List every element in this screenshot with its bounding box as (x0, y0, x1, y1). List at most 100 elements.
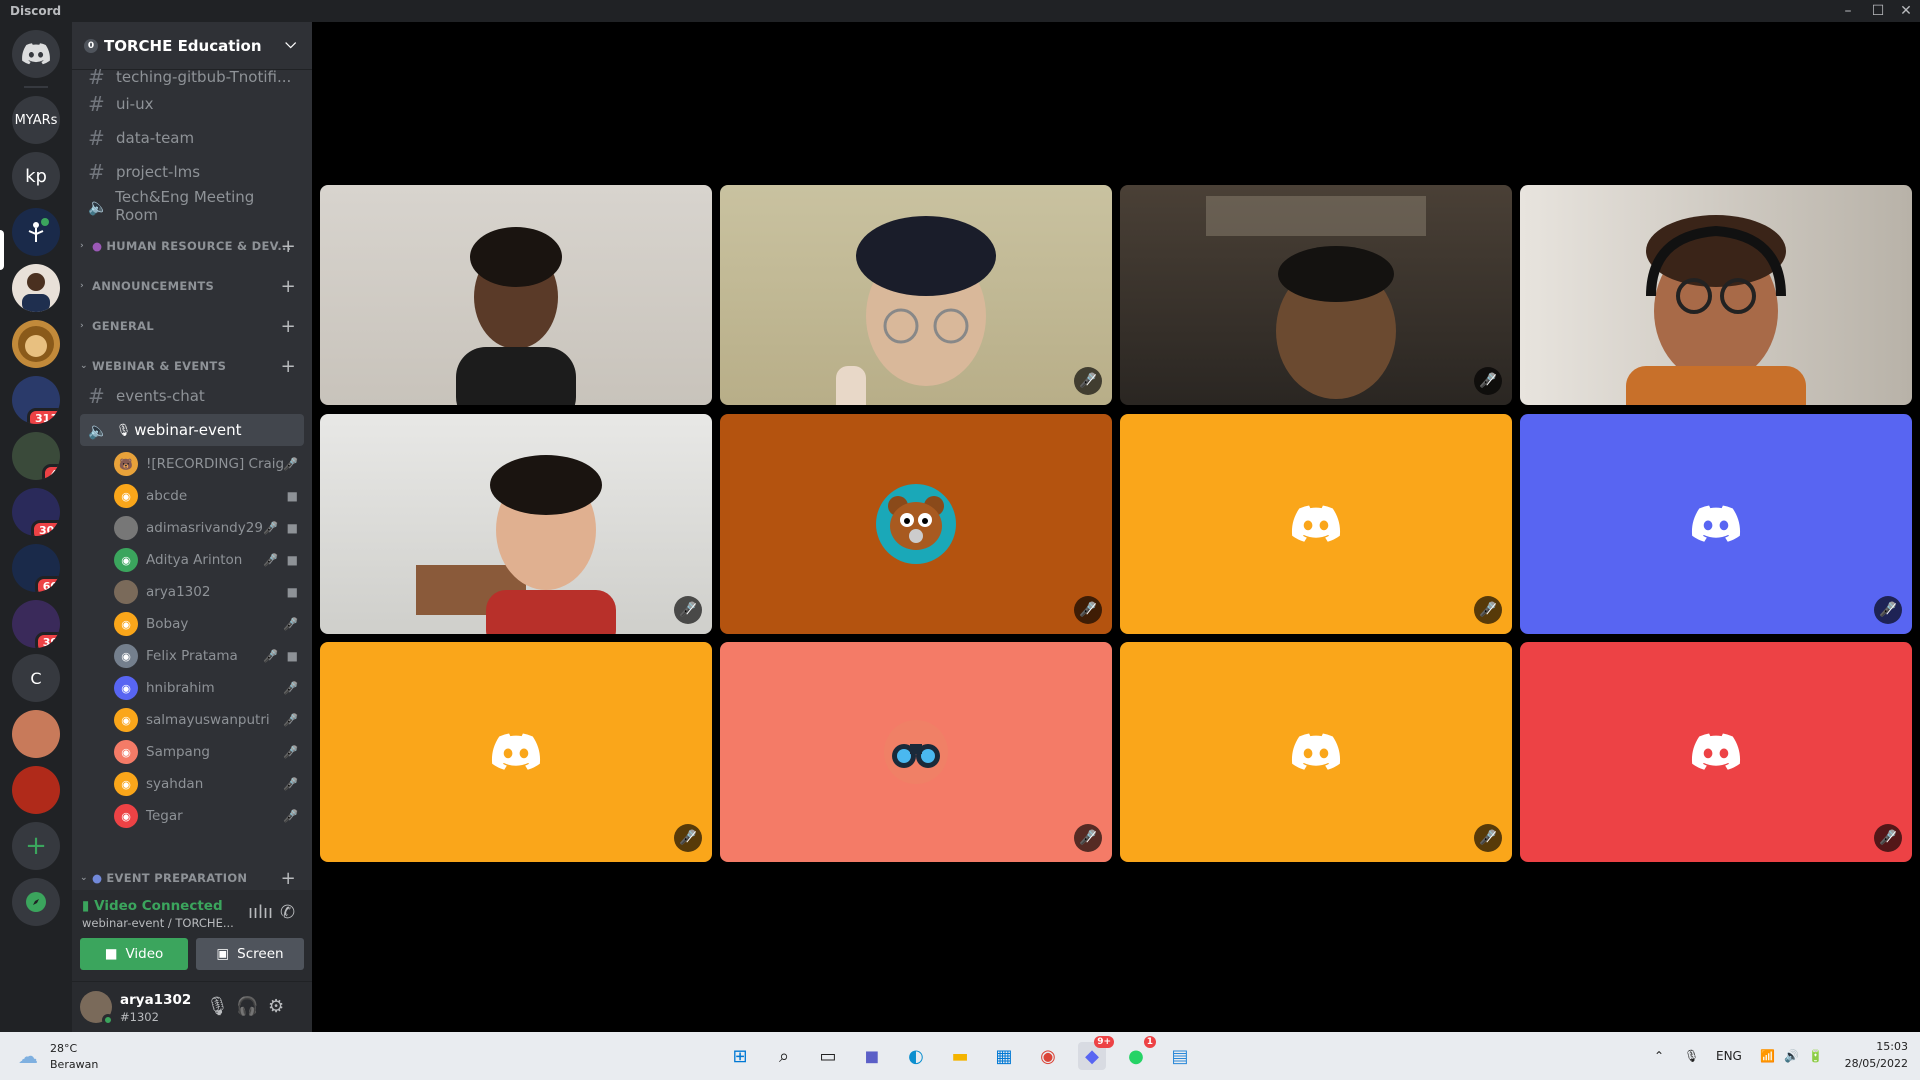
channel-label: webinar-event (134, 421, 242, 439)
video-tile[interactable]: 🎤̸ (1520, 642, 1912, 862)
server-folder-5[interactable]: 39 (12, 600, 60, 648)
edge-icon[interactable]: ◐ (902, 1042, 930, 1070)
voice-user[interactable]: ◉ Felix Pratama 🎤̸ ■ (114, 642, 304, 670)
microphone-icon[interactable]: 🎙 (206, 996, 229, 1017)
server-torche[interactable] (12, 208, 60, 256)
category-human-resource[interactable]: › ● HUMAN RESOURCE & DEV... + (74, 234, 310, 258)
video-tile[interactable]: 🎤̸ (720, 185, 1112, 405)
server-header[interactable]: 0 TORCHE Education ⌵ (72, 22, 312, 70)
hash-icon: # (88, 68, 105, 86)
clock-date[interactable]: 28/05/2022 (1838, 1057, 1908, 1070)
voice-user[interactable]: ◉ Tegar 🎤̸ (114, 802, 304, 830)
video-tile[interactable]: 🎤̸ (320, 642, 712, 862)
language-indicator[interactable]: ENG (1716, 1032, 1742, 1080)
tray-overflow-icon[interactable]: ⌃ (1654, 1032, 1664, 1080)
channel-ui-ux[interactable]: # ui-ux (80, 88, 304, 120)
headphones-icon[interactable]: 🎧 (236, 996, 258, 1017)
teams-chat-icon[interactable]: ◼ (858, 1042, 886, 1070)
category-event-preparation[interactable]: ⌄ ● EVENT PREPARATION + (74, 866, 310, 890)
muted-indicator: 🎤̸ (1474, 367, 1502, 395)
gear-icon[interactable]: ⚙ (268, 996, 284, 1017)
voice-user[interactable]: ◉ Bobay 🎤̸ (114, 610, 304, 638)
add-server-button[interactable]: + (12, 822, 60, 870)
voice-user[interactable]: adimasrivandy29 🎤̸ ■ (114, 514, 304, 542)
video-tile[interactable]: 🎤̸ (1120, 414, 1512, 634)
explore-servers-button[interactable] (12, 878, 60, 926)
channel-data-team[interactable]: # data-team (80, 122, 304, 154)
connection-location[interactable]: webinar-event / TORCHE... (82, 916, 234, 930)
video-tile[interactable]: 🎤̸ (720, 642, 1112, 862)
server-avatar-person[interactable] (12, 264, 60, 312)
task-view-icon[interactable]: ▭ (814, 1042, 842, 1070)
video-tile[interactable]: 🎤̸ (1120, 642, 1512, 862)
server-folder-2[interactable]: 4 (12, 432, 60, 480)
video-tile[interactable] (1520, 185, 1912, 405)
screen-share-button[interactable]: ▣ Screen (196, 938, 304, 970)
voice-user[interactable]: ◉ salmayuswanputri 🎤̸ (114, 706, 304, 734)
category-webinar-events[interactable]: ⌄ WEBINAR & EVENTS + (74, 354, 310, 378)
participant-video (1626, 215, 1806, 405)
server-folder-1[interactable]: 311 (12, 376, 60, 424)
wifi-icon[interactable]: 📶 (1760, 1032, 1775, 1080)
discord-logo-icon (1291, 733, 1341, 770)
battery-icon[interactable]: 🔋 (1808, 1032, 1823, 1080)
noise-suppression-icon[interactable]: ıılıı (248, 902, 273, 923)
discord-taskbar-icon[interactable]: ◆ 9+ (1078, 1036, 1114, 1070)
server-folder-4[interactable]: 60 (12, 544, 60, 592)
voice-user[interactable]: ◉ abcde ■ (114, 482, 304, 510)
channel-project-lms[interactable]: # project-lms (80, 156, 304, 188)
clock-time[interactable]: 15:03 (1848, 1040, 1908, 1053)
server-avatar-red[interactable] (12, 766, 60, 814)
add-channel-icon[interactable]: + (281, 316, 296, 337)
server-kp[interactable]: kp (12, 152, 60, 200)
channel-sidebar: 0 TORCHE Education ⌵ # teching-gitbub-Tno… (72, 22, 312, 982)
server-folder-3[interactable]: 309 (12, 488, 60, 536)
notepad-icon[interactable]: ▤ (1166, 1042, 1194, 1070)
video-button[interactable]: ■ Video (80, 938, 188, 970)
minimize-button[interactable]: – (1834, 0, 1862, 22)
server-myars[interactable]: MYARs (12, 96, 60, 144)
server-c[interactable]: C (12, 654, 60, 702)
close-button[interactable]: ✕ (1892, 0, 1920, 22)
server-avatar-face[interactable] (12, 710, 60, 758)
add-channel-icon[interactable]: + (281, 356, 296, 377)
video-tile[interactable]: 🎤̸ (1120, 185, 1512, 405)
add-channel-icon[interactable]: + (281, 868, 296, 889)
whatsapp-icon[interactable]: ● 1 (1122, 1036, 1156, 1070)
channel-tech-eng-meeting[interactable]: 🔈 Tech&Eng Meeting Room (80, 188, 304, 224)
category-general[interactable]: › GENERAL + (74, 314, 310, 338)
video-tile[interactable] (320, 185, 712, 405)
discord-home-button[interactable] (12, 30, 60, 78)
voice-user[interactable]: ◉ hnibrahim 🎤̸ (114, 674, 304, 702)
boost-badge: 0 (84, 38, 98, 53)
channel-events-chat[interactable]: # events-chat (80, 380, 304, 412)
weather-desc[interactable]: Berawan (50, 1058, 98, 1071)
video-tile[interactable]: 🎤̸ (720, 414, 1112, 634)
voice-user-name: salmayuswanputri (146, 712, 270, 728)
muted-icon: 🎤̸ (1079, 602, 1097, 618)
windows-start-icon[interactable]: ⊞ (726, 1042, 754, 1070)
weather-temp[interactable]: 28°C (50, 1042, 77, 1055)
voice-user[interactable]: ◉ Sampang 🎤̸ (114, 738, 304, 766)
maximize-button[interactable]: ☐ (1864, 0, 1892, 22)
chrome-icon[interactable]: ◉ (1034, 1042, 1062, 1070)
video-tile[interactable]: 🎤̸ (1520, 414, 1912, 634)
voice-user[interactable]: arya1302 ■ (114, 578, 304, 606)
microphone-tray-icon[interactable]: 🎙 (1684, 1032, 1699, 1080)
category-announcements[interactable]: › ANNOUNCEMENTS + (74, 274, 310, 298)
file-explorer-icon[interactable]: ▬ (946, 1042, 974, 1070)
video-tile[interactable]: 🎤̸ (320, 414, 712, 634)
muted-icon: 🎤̸ (283, 713, 298, 727)
volume-icon[interactable]: 🔊 (1784, 1032, 1799, 1080)
channel-webinar-event[interactable]: 🔈 🎙 webinar-event (80, 414, 304, 446)
voice-user[interactable]: ◉ syahdan 🎤̸ (114, 770, 304, 798)
voice-user[interactable]: 🐻 ![RECORDING] Craig 🎤̸ (114, 450, 304, 478)
server-avatar-lion[interactable] (12, 320, 60, 368)
add-channel-icon[interactable]: + (281, 236, 296, 257)
disconnect-icon[interactable]: ✆ (280, 902, 295, 923)
store-icon[interactable]: ▦ (990, 1042, 1018, 1070)
search-icon[interactable]: ⌕ (770, 1042, 798, 1070)
channel-teching[interactable]: # teching-gitbub-Tnotifi... (80, 68, 304, 86)
voice-user[interactable]: ◉ Aditya Arinton 🎤̸ ■ (114, 546, 304, 574)
add-channel-icon[interactable]: + (281, 276, 296, 297)
